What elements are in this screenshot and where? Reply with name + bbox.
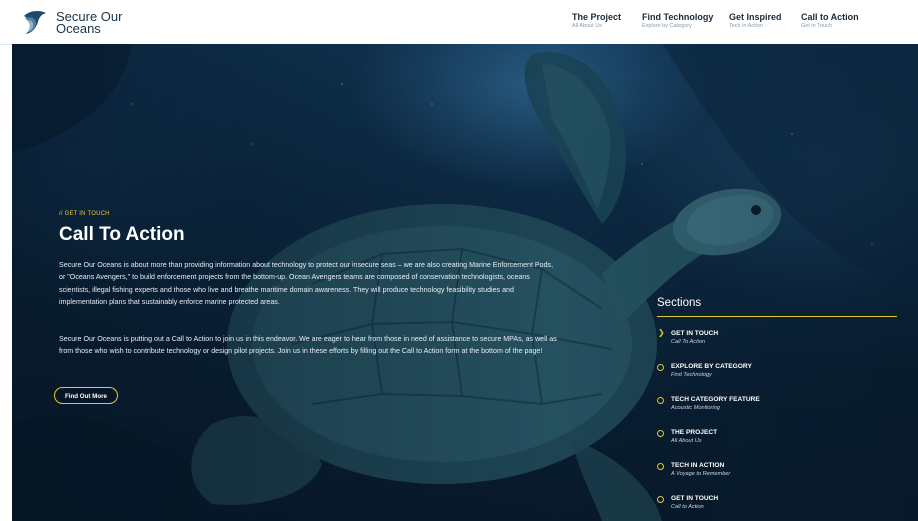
- nav-subtitle: All About Us: [572, 23, 602, 29]
- section-item-subtitle: A Voyage to Remember: [671, 471, 731, 477]
- section-item-title: TECH IN ACTION: [671, 462, 725, 469]
- nav-subtitle: Get in Touch: [801, 23, 832, 29]
- find-out-more-button[interactable]: Find Out More: [54, 387, 118, 404]
- hero-title: Call To Action: [59, 224, 185, 245]
- hero-section: // GET IN TOUCH Call To Action Secure Ou…: [12, 44, 918, 521]
- nav-item-the-project[interactable]: The Project All About Us: [572, 12, 621, 30]
- section-item-subtitle: All About Us: [671, 438, 702, 444]
- nav-title: Find Technology: [642, 12, 714, 22]
- circle-icon: [657, 364, 664, 371]
- logo-wave-icon[interactable]: [22, 8, 48, 36]
- nav-item-get-inspired[interactable]: Get Inspired Tech in Action: [729, 12, 782, 30]
- section-item-subtitle: Acoustic Monitoring: [671, 405, 720, 411]
- sections-title: Sections: [657, 297, 702, 309]
- brand-line-2: Oceans: [56, 21, 101, 36]
- circle-icon: [657, 430, 664, 437]
- section-item-subtitle: Call To Action: [671, 339, 706, 345]
- section-item-title: GET IN TOUCH: [671, 495, 719, 502]
- nav-title: Get Inspired: [729, 12, 782, 22]
- hero-eyebrow: // GET IN TOUCH: [59, 211, 110, 217]
- chevron-right-icon: ❯: [658, 328, 665, 337]
- section-item-title: GET IN TOUCH: [671, 330, 719, 337]
- nav-title: The Project: [572, 12, 622, 22]
- site-header: Secure Our Oceans The Project All About …: [0, 0, 918, 45]
- brand-name[interactable]: Secure Our Oceans: [56, 10, 122, 36]
- hero-paragraph-1: Secure Our Oceans is about more than pro…: [59, 261, 554, 307]
- nav-title: Call to Action: [801, 12, 859, 22]
- sections-divider: [657, 316, 897, 318]
- section-item-title: THE PROJECT: [671, 429, 718, 436]
- nav-item-find-technology[interactable]: Find Technology Explore by Category: [642, 12, 713, 30]
- circle-icon: [657, 463, 664, 470]
- section-item-subtitle: Find Technology: [671, 372, 712, 378]
- nav-subtitle: Tech in Action: [729, 23, 763, 29]
- circle-icon: [657, 496, 664, 503]
- section-item-title: TECH CATEGORY FEATURE: [671, 396, 760, 403]
- hero-paragraph-2: Secure Our Oceans is putting out a Call …: [59, 335, 557, 356]
- section-item-subtitle: Call to Action: [671, 504, 704, 510]
- section-item-title: EXPLORE BY CATEGORY: [671, 363, 752, 370]
- nav-subtitle: Explore by Category: [642, 23, 692, 29]
- nav-item-call-to-action[interactable]: Call to Action Get in Touch: [801, 12, 859, 30]
- circle-icon: [657, 397, 664, 404]
